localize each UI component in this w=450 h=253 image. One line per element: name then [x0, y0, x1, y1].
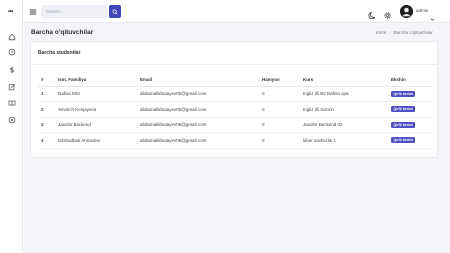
search-input[interactable]: Search...: [41, 5, 108, 18]
column-header-ekshin: Ekshin: [388, 74, 432, 87]
clock-icon[interactable]: [6, 46, 17, 57]
table-row: 2 Sevinch Kenjayeva abdumalikbutayev05@g…: [38, 101, 432, 118]
row-number: 2: [38, 101, 55, 118]
avatar[interactable]: [400, 5, 413, 18]
action-cell: Qo'lk berish: [388, 132, 432, 149]
table-row: 1 Nafisa Mirz abdumalikbutayev05@gmail.c…: [38, 86, 432, 102]
student-name: Javohir backend: [55, 117, 137, 133]
student-email: abdumalikbutayev05@gmail.com: [137, 132, 259, 149]
row-number: 4: [38, 132, 55, 149]
student-hamyon: 0: [259, 117, 300, 133]
search-icon: [112, 9, 118, 15]
action-cell: Qo'lk berish: [388, 101, 432, 118]
table-header-row: # Ism, Familiya Email Hamyon Kurs Ekshin: [38, 74, 432, 87]
edit-icon[interactable]: [6, 81, 17, 92]
dollar-icon[interactable]: [6, 64, 17, 75]
settings-circle-icon[interactable]: [6, 114, 17, 125]
page-title: Barcha o'qituvchilar: [31, 29, 94, 36]
card-title: Barcha studentlar: [31, 42, 437, 65]
students-table: # Ism, Familiya Email Hamyon Kurs Ekshin…: [38, 74, 432, 149]
student-email: abdumalikbutayev05@gmail.com: [137, 101, 259, 118]
student-kurs: kiber xavfsizlik 1: [300, 132, 388, 149]
chevron-down-icon[interactable]: [430, 9, 435, 21]
breadcrumb: Kirim › Barcha o'qituvchilar: [376, 30, 433, 35]
action-button[interactable]: Qo'lk berish: [391, 106, 416, 113]
column-header-email: Email: [137, 74, 259, 87]
action-button[interactable]: Qo'lk berish: [391, 121, 416, 128]
column-header-hamyon: Hamyon: [259, 74, 300, 87]
breadcrumb-link-kirim[interactable]: Kirim: [376, 30, 386, 35]
breadcrumb-current: Barcha o'qituvchilar: [393, 30, 433, 35]
student-hamyon: 0: [259, 86, 300, 102]
student-name: Dilshodbek Ahmedov: [55, 132, 137, 149]
student-hamyon: 0: [259, 132, 300, 149]
action-cell: Qo'lk berish: [388, 117, 432, 133]
settings-gear-icon[interactable]: [383, 7, 392, 19]
student-email: abdumalikbutayev05@gmail.com: [137, 86, 259, 102]
app-logo[interactable]: •••: [8, 9, 13, 15]
book-icon[interactable]: [6, 97, 17, 108]
hamburger-menu-icon[interactable]: [28, 7, 37, 16]
student-email: abdumalikbutayev05@gmail.com: [137, 117, 259, 133]
user-name[interactable]: admin: [416, 8, 428, 13]
row-number: 1: [38, 86, 55, 102]
student-kurs: Ingliz tili B2 Nafisa opa: [300, 86, 388, 102]
sidebar: •••: [0, 0, 23, 253]
student-name: Sevinch Kenjayeva: [55, 101, 137, 118]
student-name: Nafisa Mirz: [55, 86, 137, 102]
column-header-kurs: Kurs: [300, 74, 388, 87]
action-button[interactable]: Qo'lk berish: [391, 137, 416, 144]
chevron-right-icon: ›: [389, 30, 391, 35]
search-button[interactable]: [109, 5, 121, 18]
student-kurs: Ingliz tili Svinch: [300, 101, 388, 118]
column-header-number: #: [38, 74, 55, 87]
table-row: 3 Javohir backend abdumalikbutayev05@gma…: [38, 117, 432, 133]
action-cell: Qo'lk berish: [388, 86, 432, 102]
top-bar: Search... admin: [23, 0, 450, 23]
column-header-name: Ism, Familiya: [55, 74, 137, 87]
action-button[interactable]: Qo'lk berish: [391, 90, 416, 97]
student-hamyon: 0: [259, 101, 300, 118]
dark-mode-moon-icon[interactable]: [368, 7, 377, 20]
student-kurs: Javohir Beckend 02: [300, 117, 388, 133]
row-number: 3: [38, 117, 55, 133]
home-icon[interactable]: [6, 31, 17, 42]
students-card: Barcha studentlar # Ism, Familiya Email …: [30, 41, 438, 158]
table-row: 4 Dilshodbek Ahmedov abdumalikbutayev05@…: [38, 132, 432, 149]
